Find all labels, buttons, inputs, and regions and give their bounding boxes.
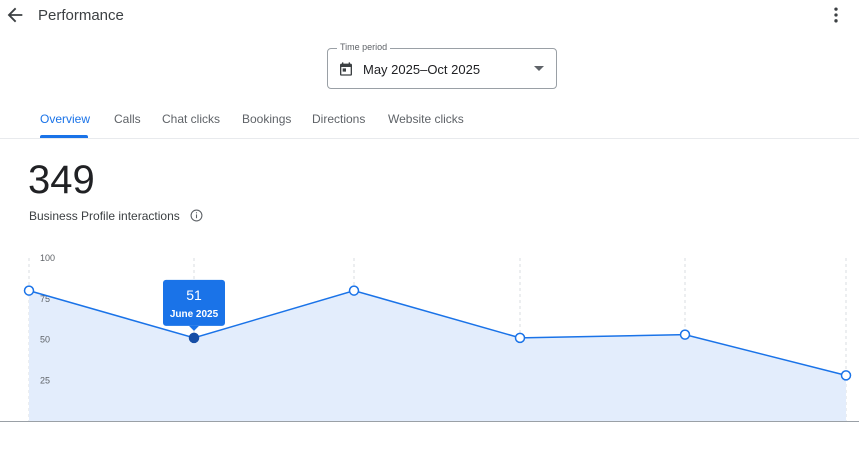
data-point-3 [514, 332, 526, 344]
tab-overview[interactable]: Overview [40, 112, 90, 126]
y-tick-50: 50 [40, 335, 50, 345]
chart-baseline [0, 421, 859, 422]
tooltip-arrow [189, 325, 199, 331]
data-point-2 [348, 285, 360, 296]
interactions-chart: 25507510051June 2025 [23, 253, 852, 421]
tab-bookings[interactable]: Bookings [242, 112, 291, 126]
active-tab-indicator [40, 135, 88, 138]
info-icon[interactable] [190, 209, 203, 222]
tooltip-value: 51 [186, 287, 202, 303]
y-tick-100: 100 [40, 253, 55, 263]
tooltip-label: June 2025 [170, 309, 219, 320]
chart-area [29, 290, 846, 421]
tab-chat-clicks[interactable]: Chat clicks [162, 112, 220, 126]
top-bar: Performance [0, 0, 859, 32]
tab-bar: Overview Calls Chat clicks Bookings Dire… [0, 104, 859, 139]
tab-calls[interactable]: Calls [114, 112, 141, 126]
data-point-1 [188, 332, 200, 344]
data-point-5 [840, 370, 852, 381]
time-period-value: May 2025–Oct 2025 [363, 62, 481, 77]
tab-directions[interactable]: Directions [312, 112, 365, 126]
calendar-icon [340, 62, 352, 76]
metric-label: Business Profile interactions [29, 209, 180, 223]
time-period-select[interactable]: Time period May 2025–Oct 2025 [327, 42, 557, 89]
data-point-0 [23, 285, 35, 296]
page-title: Performance [38, 7, 124, 24]
caret-down-icon [534, 66, 544, 71]
metric-value: 349 [28, 158, 95, 202]
arrow-back-icon[interactable] [4, 4, 26, 26]
y-tick-25: 25 [40, 375, 50, 385]
time-period-label: Time period [337, 42, 391, 52]
tab-website-clicks[interactable]: Website clicks [388, 112, 464, 126]
more-vert-icon[interactable] [826, 4, 846, 26]
data-point-4 [679, 329, 691, 340]
